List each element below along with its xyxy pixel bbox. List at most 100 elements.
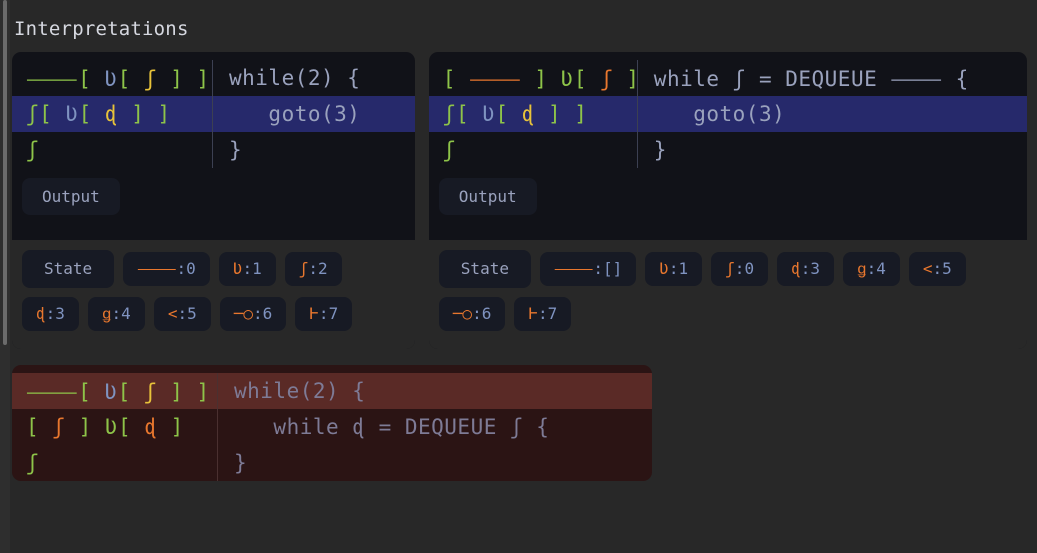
state-chip[interactable]: <:5 <box>908 252 966 286</box>
state-chip[interactable]: ʃ:2 <box>284 252 342 286</box>
source-code-text: } <box>217 445 652 481</box>
stack-token: Ʋ <box>482 102 496 126</box>
state-chip-strip: State ⸻:[] Ʋ:1 ʃ:0 ɖ:3 ǥ:4 <:5 ─○:6 Ⱶ:7 <box>429 240 1027 343</box>
stack-token: ʃ <box>26 451 40 475</box>
state-chip-symbol: ⸻ <box>553 259 594 278</box>
state-chip[interactable]: ─○:6 <box>438 297 506 331</box>
stack-token: ɖ <box>104 102 119 126</box>
code-line[interactable]: ʃ} <box>429 132 1027 168</box>
code-line[interactable]: ʃ} <box>12 445 652 481</box>
state-chip[interactable]: ǥ:4 <box>843 252 900 286</box>
state-chip-symbol: ⸻ <box>137 259 177 278</box>
state-chip-value: 0 <box>744 259 755 278</box>
state-chip-value: 3 <box>55 304 65 323</box>
code-line[interactable]: ʃ[ Ʋ[ ɖ ] ] goto(3) <box>428 96 1027 132</box>
state-chip[interactable]: ⸻:0 <box>123 252 210 286</box>
stack-token: [ <box>455 102 483 126</box>
page-title: Interpretations <box>14 18 189 40</box>
stack-token: [ <box>39 102 66 126</box>
source-code-text: } <box>212 132 415 168</box>
state-chip-separator: : <box>734 259 745 278</box>
stack-token: ʃ <box>143 380 158 404</box>
code-line[interactable]: [ ʃ ] Ʋ[ ɖ ] while ɖ = DEQUEUE ʃ { <box>12 409 652 445</box>
code-line[interactable]: ⸻[ Ʋ[ ʃ ] ] while(2) { <box>12 373 652 409</box>
stack-token: ʃ <box>26 138 40 162</box>
stack-token: Ʋ <box>104 380 118 404</box>
symbolic-stack: ʃ[ Ʋ[ ɖ ] ] <box>12 102 212 126</box>
stack-token: ] <box>534 102 575 126</box>
state-chip-symbol: Ʋ <box>659 259 669 278</box>
state-chip-value: 4 <box>121 304 131 323</box>
state-chip[interactable]: Ʋ:1 <box>218 252 276 286</box>
state-chip-symbol: ─○ <box>233 304 253 323</box>
source-code-text: while(2) { <box>217 373 652 409</box>
state-chip-separator: : <box>308 259 319 278</box>
code-line[interactable]: ʃ} <box>12 132 415 168</box>
output-zone: Output <box>12 168 415 240</box>
interpretation-cards-row: ⸻[ Ʋ[ ʃ ] ] while(2) {ʃ[ Ʋ[ ɖ ] ] goto(3)… <box>12 52 1027 349</box>
stack-token: ⸻ <box>26 67 79 91</box>
state-chip-symbol: Ʋ <box>232 259 243 278</box>
state-chip-separator: : <box>800 259 811 278</box>
page-scrollbar-thumb[interactable] <box>3 0 7 345</box>
interpretations-root: Interpretations ⸻[ Ʋ[ ʃ ] ] while(2) {ʃ[ … <box>10 0 1037 553</box>
state-label: State <box>438 250 531 288</box>
interpretation-card-right[interactable]: [ ⸻ ] Ʋ[ ʃ ] while ʃ = DEQUEUE ⸻ {ʃ[ Ʋ[ ɖ… <box>428 52 1027 349</box>
output-label: Output <box>438 178 537 215</box>
state-chip[interactable]: <:5 <box>153 297 211 331</box>
state-chip[interactable]: ʃ:0 <box>711 252 769 286</box>
symbolic-stack: ʃ <box>12 138 212 162</box>
stack-token: [ <box>117 67 144 91</box>
stack-token: [ <box>442 67 470 91</box>
stack-token: ] <box>157 380 197 404</box>
state-chip-value: 2 <box>318 259 328 278</box>
stack-token: [ <box>118 415 145 439</box>
state-chip-value: 5 <box>187 304 197 323</box>
code-line[interactable]: [ ⸻ ] Ʋ[ ʃ ] while ʃ = DEQUEUE ⸻ { <box>429 60 1027 96</box>
source-code-text: while ɖ = DEQUEUE ʃ { <box>217 409 652 445</box>
stack-token: Ʋ <box>104 67 118 91</box>
state-chip-separator: : <box>668 259 679 278</box>
state-chip[interactable]: ǥ:4 <box>87 297 145 331</box>
state-chip[interactable]: Ʋ:1 <box>645 252 703 286</box>
state-chip[interactable]: ⸻:[] <box>539 252 637 286</box>
state-chip[interactable]: ɖ:3 <box>777 252 834 286</box>
state-chip-strip: State ⸻:0 Ʋ:1 ʃ:2 ɖ:3 ǥ:4 <:5 ─○:6 Ⱶ:7 <box>12 240 415 343</box>
interpretation-card-error[interactable]: ⸻[ Ʋ[ ʃ ] ] while(2) {[ ʃ ] Ʋ[ ɖ ] while … <box>12 365 652 481</box>
stack-token: [ <box>78 380 105 404</box>
state-chip[interactable]: Ⱶ:7 <box>514 297 572 331</box>
stack-token: ɖ <box>521 102 535 126</box>
state-chip-separator: : <box>537 304 548 323</box>
stack-token: ] <box>157 102 171 126</box>
symbolic-stack: [ ⸻ ] Ʋ[ ʃ ] <box>429 63 640 93</box>
state-chip-value: 6 <box>481 304 492 323</box>
source-code-text: goto(3) <box>636 96 1027 132</box>
state-chip-symbol: ǥ <box>857 259 867 278</box>
stack-token: ʃ <box>600 67 614 91</box>
code-line[interactable]: ⸻[ Ʋ[ ʃ ] ] while(2) { <box>12 60 415 96</box>
page-scrollbar[interactable] <box>0 0 10 553</box>
symbolic-stack: [ ʃ ] Ʋ[ ɖ ] <box>12 415 217 439</box>
output-zone: Output <box>428 168 1027 240</box>
state-chip-separator: : <box>242 259 253 278</box>
state-chip[interactable]: ─○:6 <box>219 297 287 331</box>
state-chip-separator: : <box>177 304 188 323</box>
symbolic-stack: ʃ <box>429 138 637 162</box>
code-line[interactable]: ʃ[ Ʋ[ ɖ ] ] goto(3) <box>12 96 415 132</box>
stack-token: [ <box>26 415 53 439</box>
state-chip-separator: : <box>45 304 56 323</box>
stack-token: ] <box>196 380 210 404</box>
state-zone: State ⸻:[] Ʋ:1 ʃ:0 ɖ:3 ǥ:4 <:5 ─○:6 Ⱶ:7 <box>428 240 1027 349</box>
stack-token: [ <box>495 102 522 126</box>
state-chip[interactable]: ɖ:3 <box>22 297 79 331</box>
state-chip-value: 4 <box>876 259 886 278</box>
symbolic-stack: ⸻[ Ʋ[ ʃ ] ] <box>12 376 217 406</box>
interpretation-card-left[interactable]: ⸻[ Ʋ[ ʃ ] ] while(2) {ʃ[ Ʋ[ ɖ ] ] goto(3)… <box>12 52 415 349</box>
stack-token: ] <box>613 67 640 91</box>
state-chip[interactable]: Ⱶ:7 <box>295 297 353 331</box>
state-chip-separator: : <box>593 259 603 278</box>
code-area: ⸻[ Ʋ[ ʃ ] ] while(2) {ʃ[ Ʋ[ ɖ ] ] goto(3)… <box>12 52 415 168</box>
stack-token: ɖ <box>144 415 158 439</box>
stack-token: ] <box>196 67 210 91</box>
stack-token: ] <box>65 415 105 439</box>
